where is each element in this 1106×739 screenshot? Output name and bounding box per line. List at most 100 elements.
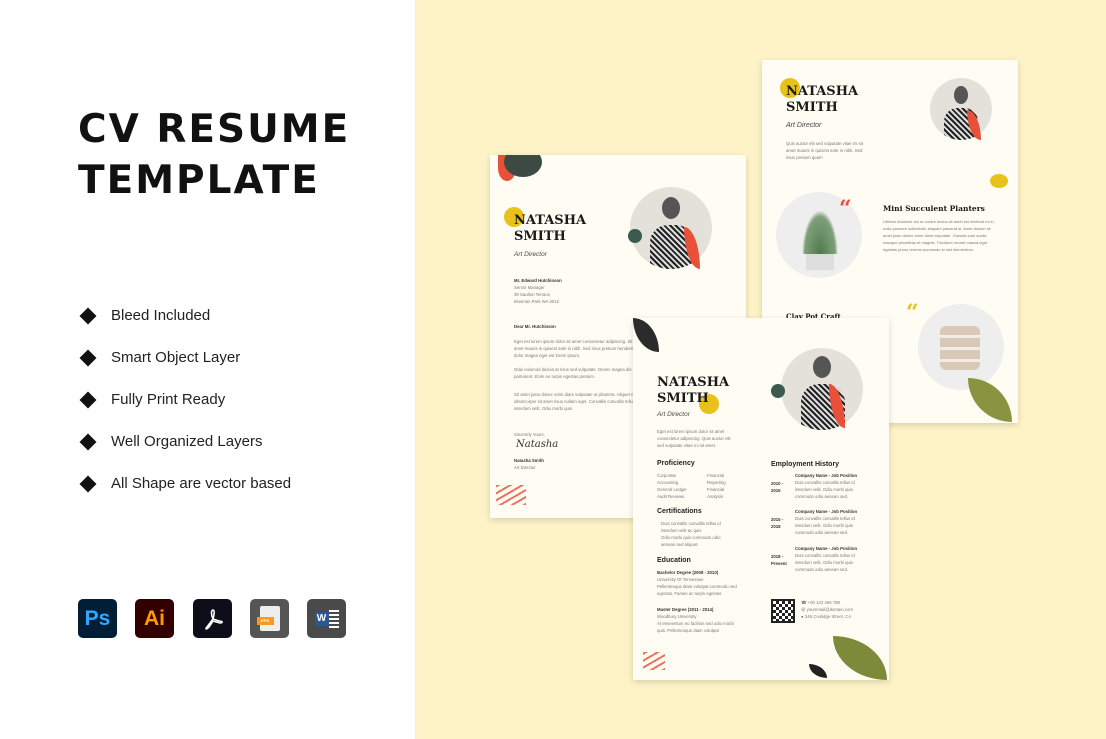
yellow-blob-decoration — [990, 174, 1008, 188]
feature-item: Well Organized Layers — [79, 433, 262, 450]
skill: Analysis — [707, 494, 724, 499]
feature-item: All Shape are vector based — [79, 475, 292, 492]
skill: Reporting — [707, 480, 726, 485]
school: Woodbury University — [657, 614, 697, 619]
email: youremail@domain.com — [806, 607, 853, 612]
closing: Sincerely Yours, — [514, 432, 545, 437]
phone: +00 123 456 789 — [807, 600, 840, 605]
job-text: Duis convallis convallis tellus id inter… — [795, 480, 855, 499]
eps-file-icon: EPS — [250, 599, 289, 638]
signer-name: Natasha Smith — [514, 458, 544, 463]
flower-decoration — [628, 229, 642, 243]
employment-heading: Employment History — [771, 461, 840, 468]
education-entry: Master Degree (2011 - 2014) Woodbury Univ… — [657, 606, 737, 634]
proficiency-heading: Proficiency — [657, 460, 695, 467]
skill: Corporate — [657, 473, 677, 478]
illustrator-icon: Ai — [135, 599, 174, 638]
first-name: NATASHA — [514, 213, 587, 228]
contact-info: ☎ +00 123 456 789 @ youremail@domain.com… — [801, 599, 853, 620]
first-name: NATASHA — [786, 84, 859, 99]
skill: Audit Reviews — [657, 494, 685, 499]
proficiency-col-1: Corporate Accounting General Ledger Audit R… — [657, 472, 705, 500]
job-years: 2015 - 2018 — [771, 517, 784, 529]
last-name: SMITH — [514, 229, 566, 244]
job-details: Company Name - Job Position Duis convalli… — [795, 508, 865, 536]
recipient-block: Mr. Edward Hutchinson Senior Manager 39 … — [514, 277, 562, 305]
proficiency-col-2: Financial Reporting Financial Analysis — [707, 472, 726, 500]
email-icon: @ — [801, 607, 806, 612]
recipient-street: 39 Saulton Terrace — [514, 292, 550, 297]
last-name: SMITH — [786, 100, 838, 115]
paragraph: Sit amet justo donec enim diam vulputate… — [514, 392, 638, 411]
green-leaf-decoration — [968, 378, 1012, 422]
signature: Natasha — [516, 439, 559, 450]
job-years: 2018 - Present — [771, 554, 787, 566]
diamond-bullet-icon — [79, 433, 97, 450]
pot — [806, 254, 834, 270]
profile-photo — [630, 187, 712, 269]
skill: Accounting — [657, 480, 679, 485]
project-text: Ultrices tincidunt dui ut ornare lectus … — [883, 219, 994, 252]
education-heading: Education — [657, 557, 691, 564]
education-text: At elementum eu facilisis sed odio morbi… — [657, 621, 734, 633]
pots — [940, 326, 980, 370]
paragraph: Odio euismod lacinia at risus sed vulput… — [514, 367, 632, 379]
location-icon: ● — [801, 614, 804, 619]
certification: interdum velit ac quis — [661, 528, 702, 533]
role: Art Director — [514, 251, 547, 258]
first-name: NATASHA — [657, 375, 730, 390]
certifications-heading: Certifications — [657, 508, 702, 515]
title-line-1: CV RESUME — [78, 107, 351, 152]
quote-icon: “ — [839, 196, 852, 222]
degree: Bachelor Degree (2008 - 2010) — [657, 570, 719, 575]
job-text: Duis convallis convallis tellus id inter… — [795, 516, 855, 535]
certification: Odio morbi quis commodo odio — [661, 535, 721, 540]
name: NATASHA SMITH — [786, 84, 858, 116]
skill: Financial — [707, 487, 725, 492]
dark-leaf-decoration — [809, 664, 827, 678]
job-years: 2010 - 2015 — [771, 481, 784, 493]
skill: Financial — [707, 473, 725, 478]
word-lines — [328, 609, 339, 628]
intro-text: Quis auctor elit sed vulputate vitae mi … — [786, 141, 863, 160]
certification: Duis convallis convallis tellus id — [661, 521, 721, 526]
dash-pattern-decoration — [643, 652, 665, 670]
word-label: W — [314, 611, 329, 626]
recipient-title: Senior Manager — [514, 285, 545, 290]
photoshop-icon: Ps — [78, 599, 117, 638]
photoshop-label: Ps — [84, 606, 111, 630]
job-position: Company Name - Job Position — [795, 546, 858, 551]
qr-code — [771, 599, 795, 623]
skill: General Ledger — [657, 487, 687, 492]
phone-icon: ☎ — [801, 600, 807, 605]
dash-pattern-decoration — [496, 485, 526, 505]
name: NATASHA SMITH — [514, 213, 586, 245]
diamond-bullet-icon — [79, 349, 97, 366]
acrobat-icon — [193, 599, 232, 638]
left-panel: CV RESUME TEMPLATE Bleed Included Smart … — [0, 0, 415, 739]
feature-label: Fully Print Ready — [111, 391, 226, 408]
name: NATASHA SMITH — [657, 375, 729, 407]
salutation: Dear Mr. Hutchinson — [514, 324, 556, 329]
project-title: Mini Succulent Planters — [883, 204, 985, 213]
quote-icon-yellow: “ — [906, 300, 919, 326]
resume-page: NATASHA SMITH Art Director Eget est lorem… — [633, 318, 889, 680]
feature-label: All Shape are vector based — [111, 475, 292, 492]
feature-item: Fully Print Ready — [79, 391, 226, 408]
dark-leaf-decoration — [633, 318, 659, 352]
certification: aenean sed aliquet. — [661, 542, 699, 547]
job-text: Duis convallis convallis tellus id inter… — [795, 553, 855, 572]
intro-text: Eget est lorem ipsum dolor sit amet cons… — [657, 429, 731, 448]
acrobat-glyph — [204, 608, 223, 630]
degree: Master Degree (2011 - 2014) — [657, 607, 714, 612]
certifications-list: Duis convallis convallis tellus id interd… — [661, 520, 721, 548]
recipient-city: Mosman Park WA 3012 — [514, 299, 559, 304]
eps-label: EPS — [256, 617, 274, 625]
diamond-bullet-icon — [79, 475, 97, 492]
feature-item: Smart Object Layer — [79, 349, 240, 366]
title-line-2: TEMPLATE — [78, 158, 320, 203]
job-details: Company Name - Job Position Duis convalli… — [795, 472, 865, 500]
green-leaf-decoration — [833, 636, 887, 680]
role: Art Director — [657, 411, 690, 418]
school: University Of Tennessee — [657, 577, 704, 582]
